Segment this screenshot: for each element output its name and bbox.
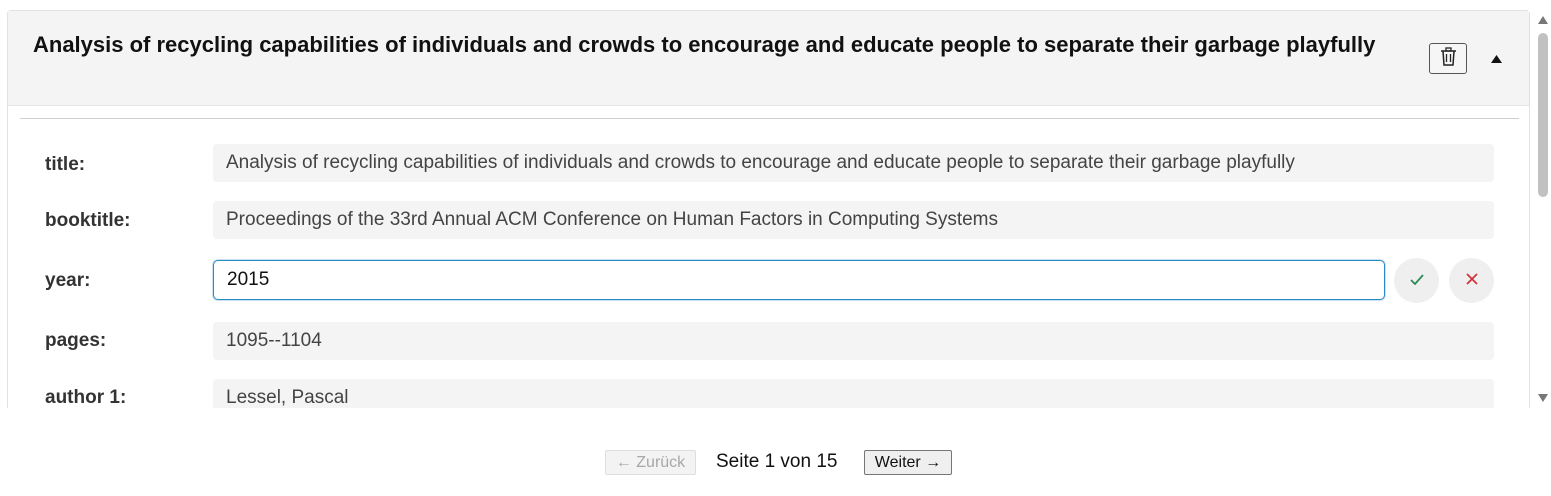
field-value-title[interactable]: Analysis of recycling capabilities of in…	[213, 144, 1494, 182]
scrollbar-thumb[interactable]	[1538, 33, 1548, 197]
trash-icon	[1440, 46, 1457, 71]
pagination: ← Zurück Seite 1 von 15 Weiter →	[0, 440, 1551, 480]
collapse-button[interactable]	[1486, 49, 1506, 69]
vertical-scrollbar[interactable]	[1535, 10, 1551, 408]
checkmark-icon	[1409, 272, 1424, 290]
next-page-button[interactable]: Weiter →	[864, 450, 952, 475]
entry-card: Analysis of recycling capabilities of in…	[7, 10, 1530, 408]
header-divider	[20, 118, 1519, 119]
field-label-title: title:	[45, 154, 86, 175]
field-label-pages: pages:	[45, 330, 107, 351]
confirm-button[interactable]	[1394, 258, 1439, 303]
year-input[interactable]	[213, 260, 1385, 300]
triangle-up-icon	[1490, 50, 1502, 68]
x-icon	[1465, 272, 1478, 290]
scroll-down-arrow-icon[interactable]	[1537, 392, 1549, 404]
page-indicator: Seite 1 von 15	[716, 451, 838, 472]
previous-page-button[interactable]: ← Zurück	[605, 450, 696, 475]
entry-header[interactable]: Analysis of recycling capabilities of in…	[8, 11, 1529, 106]
field-label-booktitle: booktitle:	[45, 210, 131, 231]
field-value-pages[interactable]: 1095--1104	[213, 322, 1494, 360]
entry-title: Analysis of recycling capabilities of in…	[33, 32, 1376, 57]
field-value-booktitle[interactable]: Proceedings of the 33rd Annual ACM Confe…	[213, 201, 1494, 239]
scroll-up-arrow-icon[interactable]	[1537, 14, 1549, 26]
field-value-author-1[interactable]: Lessel, Pascal	[213, 379, 1494, 408]
field-label-author-1: author 1:	[45, 387, 127, 408]
field-label-year: year:	[45, 270, 91, 291]
delete-button[interactable]	[1429, 43, 1467, 74]
cancel-button[interactable]	[1449, 258, 1494, 303]
entry-scroll-area: Analysis of recycling capabilities of in…	[0, 0, 1535, 408]
